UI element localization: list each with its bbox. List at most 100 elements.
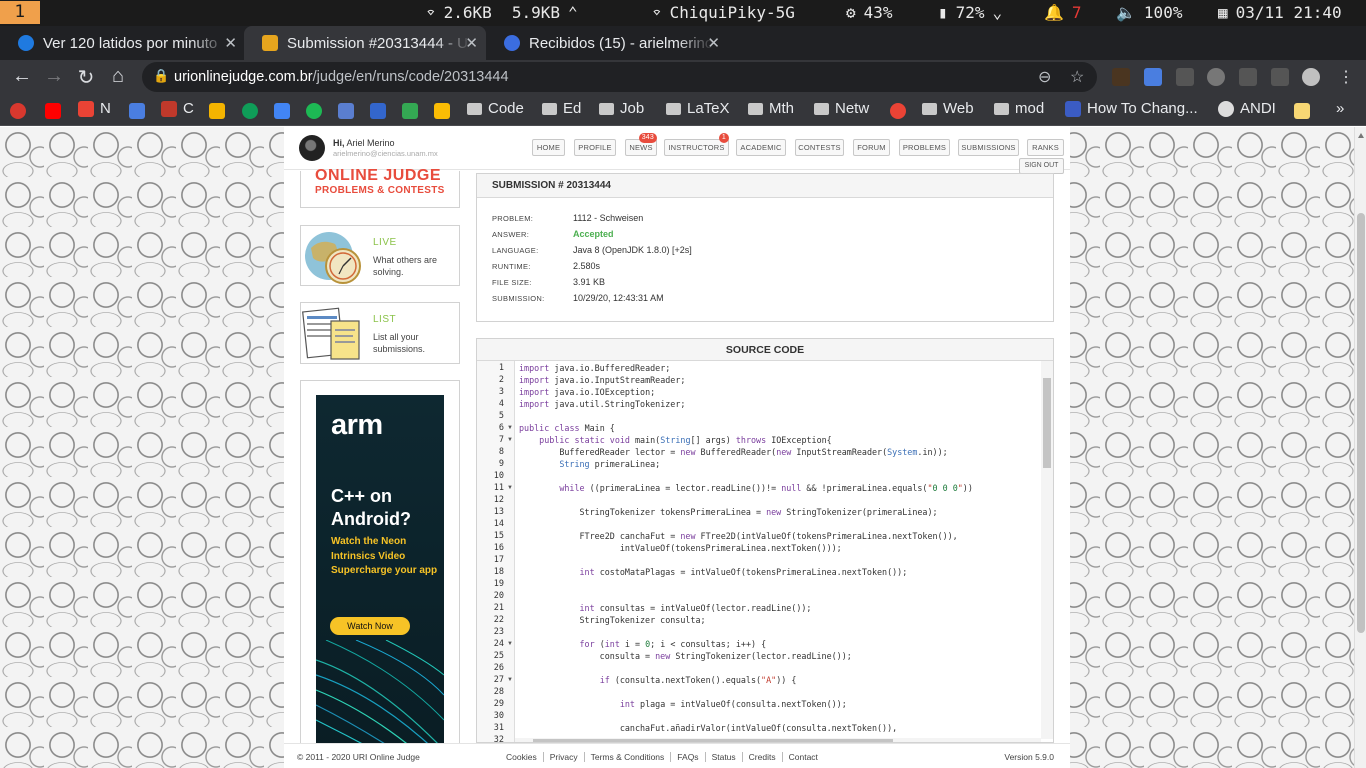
source-code-panel: SOURCE CODE 1 2 3 4 5 6 ▼ 7 ▼ 8 9 10 11 ▼ 12 13 14 15 16 17…	[476, 338, 1054, 743]
trophy-icon	[262, 35, 278, 51]
footer-link-contact[interactable]: Contact	[781, 752, 824, 762]
bookmark-icon[interactable]	[370, 103, 386, 119]
fold-arrow-icon[interactable]: ▼	[507, 422, 513, 434]
footer-link-status[interactable]: Status	[704, 752, 742, 762]
extension-k-icon[interactable]	[1112, 68, 1130, 86]
battery-status[interactable]: ▮ 72% ⌄	[938, 3, 1002, 22]
scroll-thumb[interactable]	[1043, 378, 1051, 468]
line-number: 10	[493, 471, 504, 481]
youtube-icon[interactable]	[45, 103, 61, 119]
bookmark-folder-code[interactable]: Code	[467, 100, 524, 117]
network-speed: ⌔ 2.6KB 5.9KB ⌃	[426, 3, 578, 22]
bookmark-folder-mod[interactable]: mod	[994, 100, 1044, 117]
menu-contests[interactable]: CONTESTS	[795, 139, 844, 156]
scroll-thumb[interactable]	[1357, 213, 1365, 633]
bookmark-folder-job[interactable]: Job	[599, 100, 644, 117]
fold-arrow-icon[interactable]: ▼	[507, 674, 513, 686]
avatar[interactable]	[299, 135, 325, 161]
address-bar[interactable]: 🔒 urionlinejudge.com.br/judge/en/runs/co…	[142, 62, 1097, 92]
folder-icon	[994, 102, 1009, 115]
back-button[interactable]: ←	[10, 65, 34, 88]
bookmark-star-icon[interactable]: ☆	[1070, 67, 1084, 87]
calendar-icon[interactable]	[274, 103, 290, 119]
site-logo[interactable]: ONLINE JUDGE PROBLEMS & CONTESTS	[300, 167, 460, 208]
sign-out-button[interactable]: SIGN OUT	[1019, 158, 1064, 174]
extension-globe-icon[interactable]	[1207, 68, 1225, 86]
detail-label: FILE SIZE:	[492, 278, 532, 287]
spotify-icon[interactable]	[306, 103, 322, 119]
tab-submission[interactable]: Submission #20313444 - U ✕	[244, 26, 486, 60]
globe-icon	[1218, 100, 1234, 117]
footer-link-privacy[interactable]: Privacy	[542, 752, 584, 762]
bookmark-1-icon[interactable]	[242, 103, 258, 119]
problem-link[interactable]: 1112 - Schweisen	[573, 213, 643, 223]
menu-home[interactable]: HOME	[532, 139, 565, 156]
watch-now-button[interactable]: Watch Now	[330, 617, 410, 635]
drive-icon[interactable]	[434, 103, 450, 119]
maps-icon[interactable]	[402, 103, 418, 119]
arm-advertisement[interactable]: arm C++ on Android? Watch the Neon Intri…	[316, 395, 444, 751]
more-bookmarks-icon[interactable]: »	[1336, 100, 1344, 117]
wifi-status[interactable]: ⌔ ChiquiPiky-5G	[652, 3, 795, 22]
forward-button[interactable]: →	[42, 65, 66, 88]
volume-status[interactable]: 🔈 100%	[1116, 3, 1182, 22]
gmail-icon	[161, 100, 177, 117]
detail-label: RUNTIME:	[492, 262, 531, 271]
code-vertical-scrollbar[interactable]	[1041, 361, 1053, 739]
bookmark-folder-netw[interactable]: Netw	[814, 100, 869, 117]
bookmark-andi[interactable]: ANDI	[1218, 100, 1276, 117]
reload-button[interactable]: ↻	[74, 65, 98, 90]
clock[interactable]: ▦ 03/11 21:40	[1218, 3, 1342, 22]
footer-link-terms[interactable]: Terms & Conditions	[583, 752, 671, 762]
sidebar-live[interactable]: LIVE What others are solving.	[300, 225, 460, 286]
menu-profile[interactable]: PROFILE	[574, 139, 616, 156]
bookmark-gmail[interactable]: N	[78, 100, 111, 117]
close-icon[interactable]: ✕	[465, 34, 478, 52]
scroll-up-arrow-icon[interactable]	[1358, 133, 1364, 138]
menu-kebab-icon[interactable]: ⋮	[1334, 67, 1358, 87]
home-button[interactable]: ⌂	[106, 65, 130, 88]
line-number: 28	[493, 687, 504, 697]
bookmark-how-to-change[interactable]: How To Chang...	[1065, 100, 1198, 117]
bookmark-folder-latex[interactable]: LaTeX	[666, 100, 730, 117]
close-icon[interactable]: ✕	[707, 34, 720, 52]
bookmark-icon[interactable]	[10, 103, 26, 119]
tab-video[interactable]: Ver 120 latidos por minuto ✕	[0, 26, 245, 60]
footer-link-faqs[interactable]: FAQs	[670, 752, 704, 762]
sidebar-list[interactable]: LIST List all your submissions.	[300, 302, 460, 364]
page-vertical-scrollbar[interactable]	[1354, 127, 1366, 768]
translate-icon[interactable]	[129, 103, 145, 119]
tex-icon[interactable]	[1176, 68, 1194, 86]
translate-icon[interactable]	[1144, 68, 1162, 86]
media-queue-icon[interactable]	[1271, 68, 1289, 86]
wifi-icon: ⌔	[652, 3, 662, 22]
menu-problems[interactable]: PROBLEMS	[899, 139, 950, 156]
photos-icon[interactable]	[209, 103, 225, 119]
code-editor[interactable]: 1 2 3 4 5 6 ▼ 7 ▼ 8 9 10 11 ▼ 12 13 14 15 16 17 18 19 20 21 22 23…	[477, 361, 1053, 742]
extensions-puzzle-icon[interactable]	[1239, 68, 1257, 86]
workspace-indicator[interactable]: 1	[0, 1, 40, 24]
bookmark-folder-web[interactable]: Web	[922, 100, 974, 117]
tab-mail[interactable]: Recibidos (15) - arielmerino ✕	[486, 26, 728, 60]
menu-academic[interactable]: ACADEMIC	[736, 139, 786, 156]
menu-instructors[interactable]: INSTRUCTORS 1	[664, 133, 729, 156]
bookmark-calendar[interactable]: C	[161, 100, 194, 117]
menu-submissions[interactable]: SUBMISSIONS	[958, 139, 1019, 156]
footer-link-cookies[interactable]: Cookies	[506, 752, 543, 762]
fold-arrow-icon[interactable]: ▼	[507, 482, 513, 494]
fold-arrow-icon[interactable]: ▼	[507, 434, 513, 446]
bookmark-folder-ed[interactable]: Ed	[542, 100, 581, 117]
menu-news[interactable]: NEWS 343	[625, 133, 657, 156]
menu-ranks[interactable]: RANKS	[1027, 139, 1064, 156]
fold-arrow-icon[interactable]: ▼	[507, 638, 513, 650]
profile-avatar[interactable]	[1302, 68, 1320, 86]
footer-link-credits[interactable]: Credits	[741, 752, 782, 762]
bookmark-folder-mth[interactable]: Mth	[748, 100, 794, 117]
bookmark-icon[interactable]	[1294, 103, 1310, 119]
menu-forum[interactable]: FORUM	[853, 139, 890, 156]
zoom-icon[interactable]: ⊖	[1038, 67, 1051, 87]
photos-icon[interactable]	[890, 103, 906, 119]
notifications[interactable]: 🔔 7	[1044, 3, 1082, 22]
close-icon[interactable]: ✕	[224, 34, 237, 52]
link-icon[interactable]	[338, 103, 354, 119]
